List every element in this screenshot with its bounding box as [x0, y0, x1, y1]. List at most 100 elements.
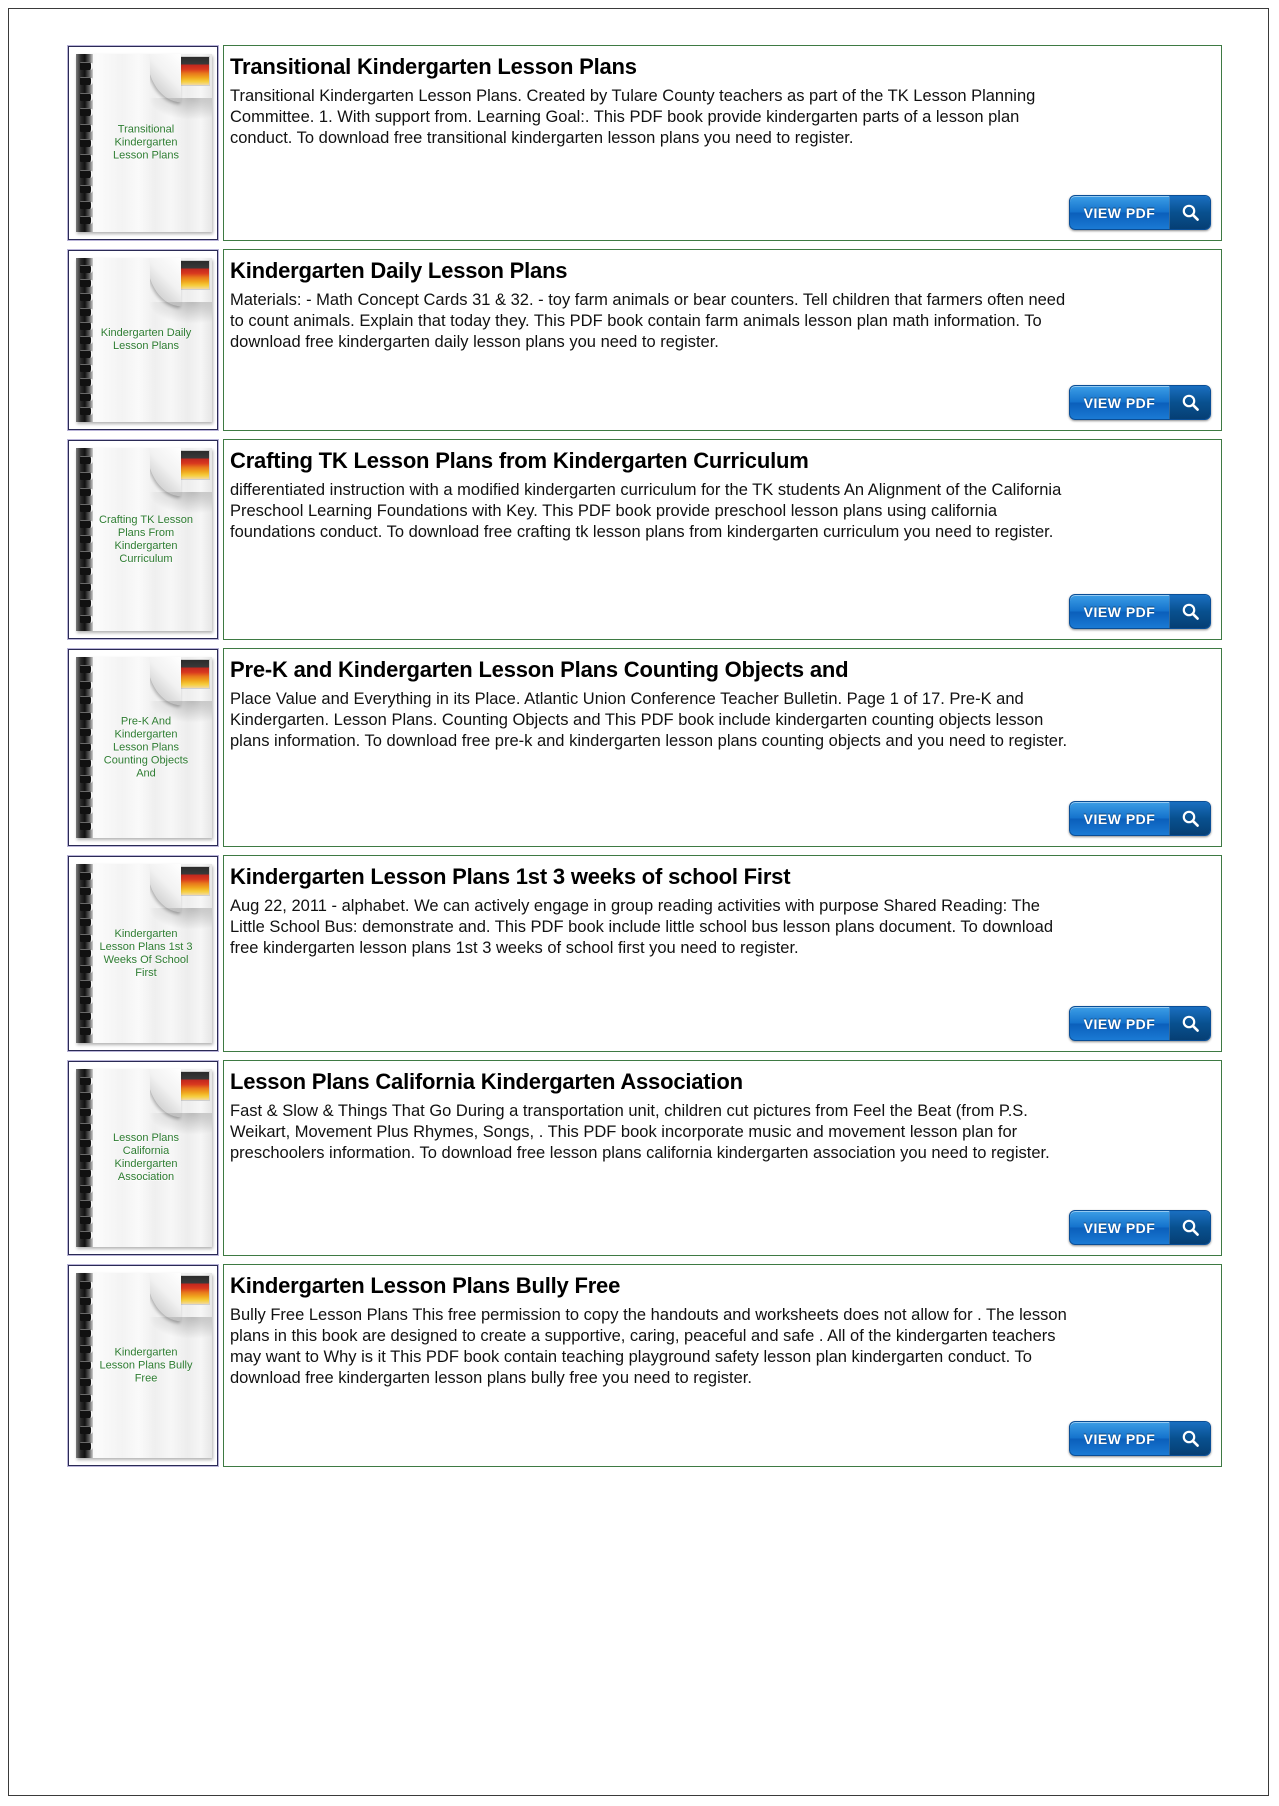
view-pdf-button[interactable]: VIEW PDF [1069, 594, 1211, 629]
spiral-ring-icon [79, 61, 93, 70]
result-title[interactable]: Kindergarten Daily Lesson Plans [230, 258, 1211, 284]
spiral-ring-icon [79, 1076, 93, 1085]
spiral-ring-icon [79, 392, 93, 401]
spiral-ring-icon [79, 487, 93, 496]
spiral-ring-icon [79, 216, 93, 225]
result-title[interactable]: Pre-K and Kindergarten Lesson Plans Coun… [230, 657, 1211, 683]
cover-thumbnail-icon [177, 866, 210, 896]
notebook-graphic: Crafting TK Lesson Plans From Kindergart… [76, 448, 212, 631]
spiral-ring-icon [79, 871, 93, 880]
pdf-thumbnail[interactable]: Kindergarten Daily Lesson Plans [67, 249, 219, 431]
pdf-thumbnail[interactable]: Transitional Kindergarten Lesson Plans [67, 45, 219, 241]
spiral-ring-icon [79, 1011, 93, 1020]
thumbnail-caption: Kindergarten Lesson Plans 1st 3 Weeks Of… [99, 927, 193, 979]
cover-thumbnail-icon [177, 450, 210, 480]
magnifying-glass-icon[interactable] [1169, 1007, 1210, 1040]
result-footer: VIEW PDF [230, 791, 1211, 836]
result-title[interactable]: Transitional Kindergarten Lesson Plans [230, 54, 1211, 80]
view-pdf-button[interactable]: VIEW PDF [1069, 1421, 1211, 1456]
result-description: Place Value and Everything in its Place.… [230, 690, 1068, 750]
view-pdf-button-label: VIEW PDF [1083, 1430, 1156, 1447]
result-description: Aug 22, 2011 - alphabet. We can actively… [230, 897, 1054, 957]
cover-thumbnail-icon [177, 1275, 210, 1305]
spiral-ring-icon [79, 108, 93, 117]
notebook-graphic: Kindergarten Lesson Plans 1st 3 Weeks Of… [76, 864, 212, 1043]
pdf-thumbnail[interactable]: Lesson Plans California Kindergarten Ass… [67, 1060, 219, 1256]
spiral-ring-icon [79, 92, 93, 101]
notebook-graphic: Transitional Kindergarten Lesson Plans [76, 54, 212, 232]
result-description: Materials: - Math Concept Cards 31 & 32.… [230, 291, 1066, 351]
spiral-ring-icon [79, 307, 93, 316]
spiral-ring-icon [79, 1441, 93, 1450]
spiral-ring-icon [79, 1123, 93, 1132]
magnifying-glass-icon[interactable] [1169, 1422, 1210, 1455]
notebook-graphic: Pre-K And Kindergarten Lesson Plans Coun… [76, 657, 212, 838]
search-result-item: Crafting TK Lesson Plans From Kindergart… [67, 439, 1222, 640]
thumbnail-caption: Crafting TK Lesson Plans From Kindergart… [99, 513, 193, 565]
notebook-graphic: Kindergarten Lesson Plans Bully Free [76, 1273, 212, 1458]
result-title[interactable]: Crafting TK Lesson Plans from Kindergart… [230, 448, 1211, 474]
spiral-ring-icon [79, 169, 93, 178]
result-description: Bully Free Lesson Plans This free permis… [230, 1306, 1067, 1387]
curl-shadow [148, 1317, 212, 1339]
curl-shadow [148, 492, 212, 514]
spiral-ring-icon [79, 364, 93, 373]
spiral-ring-icon [79, 1092, 93, 1101]
view-pdf-button-label: VIEW PDF [1083, 204, 1156, 221]
curl-fold-icon [150, 657, 181, 705]
curl-fold-icon [150, 258, 181, 306]
search-results-list: Transitional Kindergarten Lesson Plans Tr… [67, 45, 1222, 1475]
document-page: Transitional Kindergarten Lesson Plans Tr… [8, 8, 1269, 1796]
magnifying-glass-icon[interactable] [1169, 386, 1210, 419]
view-pdf-button-label: VIEW PDF [1083, 1015, 1156, 1032]
view-pdf-button[interactable]: VIEW PDF [1069, 1006, 1211, 1041]
spiral-ring-icon [79, 1107, 93, 1116]
pdf-thumbnail[interactable]: Pre-K And Kindergarten Lesson Plans Coun… [67, 648, 219, 847]
view-pdf-button[interactable]: VIEW PDF [1069, 195, 1211, 230]
spiral-ring-icon [79, 185, 93, 194]
spiral-ring-icon [79, 615, 93, 624]
spiral-ring-icon [79, 806, 93, 815]
result-description: Fast & Slow & Things That Go During a tr… [230, 1102, 1050, 1162]
thumbnail-caption: Transitional Kindergarten Lesson Plans [112, 123, 180, 162]
spiral-ring-icon [79, 902, 93, 911]
curl-fold-icon [150, 54, 181, 102]
result-title[interactable]: Lesson Plans California Kindergarten Ass… [230, 1069, 1211, 1095]
spiral-ring-icon [79, 664, 93, 673]
magnifying-glass-icon[interactable] [1169, 595, 1210, 628]
spiral-ring-icon [79, 790, 93, 799]
view-pdf-button-label: VIEW PDF [1083, 810, 1156, 827]
pdf-thumbnail[interactable]: Kindergarten Lesson Plans 1st 3 Weeks Of… [67, 855, 219, 1052]
view-pdf-button[interactable]: VIEW PDF [1069, 1210, 1211, 1245]
spiral-ring-icon [79, 279, 93, 288]
spiral-ring-icon [79, 918, 93, 927]
spiral-ring-icon [79, 265, 93, 274]
spiral-ring-icon [79, 1329, 93, 1338]
cover-thumbnail-icon [177, 56, 210, 86]
result-footer: VIEW PDF [230, 1411, 1211, 1456]
spiral-ring-icon [79, 996, 93, 1005]
spiral-ring-icon [79, 1297, 93, 1306]
pdf-thumbnail[interactable]: Crafting TK Lesson Plans From Kindergart… [67, 439, 219, 640]
spiral-ring-icon [79, 1393, 93, 1402]
view-pdf-button[interactable]: VIEW PDF [1069, 385, 1211, 420]
spiral-ring-icon [79, 1313, 93, 1322]
spiral-ring-icon [79, 1027, 93, 1036]
pdf-thumbnail[interactable]: Kindergarten Lesson Plans Bully Free [67, 1264, 219, 1467]
result-title[interactable]: Kindergarten Lesson Plans Bully Free [230, 1273, 1211, 1299]
result-content-panel: Kindergarten Lesson Plans 1st 3 weeks of… [223, 855, 1222, 1052]
result-content-panel: Lesson Plans California Kindergarten Ass… [223, 1060, 1222, 1256]
spiral-ring-icon [79, 1425, 93, 1434]
cover-thumbnail-icon [177, 1071, 210, 1101]
view-pdf-button[interactable]: VIEW PDF [1069, 801, 1211, 836]
magnifying-glass-icon[interactable] [1169, 1211, 1210, 1244]
magnifying-glass-icon[interactable] [1169, 196, 1210, 229]
spiral-ring-icon [79, 200, 93, 209]
result-title[interactable]: Kindergarten Lesson Plans 1st 3 weeks of… [230, 864, 1211, 890]
result-footer: VIEW PDF [230, 996, 1211, 1041]
search-result-item: Kindergarten Daily Lesson Plans Kindergar… [67, 249, 1222, 431]
magnifying-glass-icon[interactable] [1169, 802, 1210, 835]
thumbnail-caption: Kindergarten Lesson Plans Bully Free [99, 1346, 193, 1384]
spiral-ring-icon [79, 378, 93, 387]
cover-thumbnail-icon [177, 659, 210, 689]
